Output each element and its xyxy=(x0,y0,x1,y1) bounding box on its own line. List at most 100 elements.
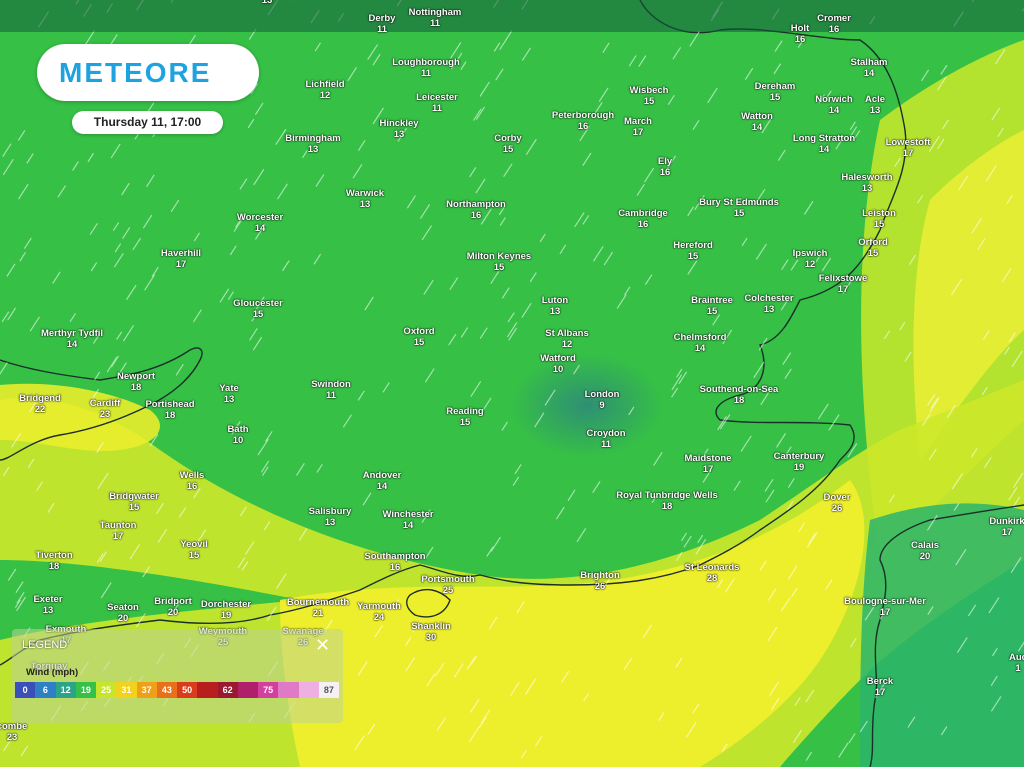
place-name: Newport xyxy=(117,371,155,382)
place-wind-value: 14 xyxy=(751,121,763,133)
place-wind-value: 21 xyxy=(312,607,324,619)
place-wind-value: 20 xyxy=(117,612,129,624)
place-name: Portsmouth xyxy=(421,574,475,585)
place-label: Tiverton 18 xyxy=(35,550,73,572)
meteore-logo[interactable]: METEORE xyxy=(37,44,259,101)
place-name: Dunkirk xyxy=(989,516,1024,527)
place-name: Hinckley xyxy=(379,118,419,129)
place-label: Yarmouth 24 xyxy=(357,601,401,623)
place-label: Luton 13 xyxy=(542,295,568,317)
place-label: Yate 13 xyxy=(219,383,239,405)
place-wind-value: 24 xyxy=(373,611,385,623)
place-name: Warwick xyxy=(345,188,385,199)
legend-stop xyxy=(278,682,299,698)
place-name: Tiverton xyxy=(35,550,73,561)
place-wind-value: 16 xyxy=(577,120,589,132)
place-wind-value: 15 xyxy=(459,416,471,428)
place-wind-value: 13 xyxy=(42,604,54,616)
place-wind-value: 15 xyxy=(413,336,425,348)
place-label: Northampton 16 xyxy=(446,199,506,221)
place-name: combe xyxy=(0,721,28,732)
place-wind-value: 17 xyxy=(175,258,187,270)
place-wind-value: 28 xyxy=(706,572,718,584)
place-label: Bridgend 22 xyxy=(19,393,61,415)
place-wind-value: 16 xyxy=(828,23,840,35)
place-label: Maidstone 17 xyxy=(685,453,732,475)
place-label: Merthyr Tydfil 14 xyxy=(40,328,104,350)
place-label: Hinckley 13 xyxy=(379,118,419,140)
place-label: Bath 10 xyxy=(227,424,248,446)
place-name: Southend-on-Sea xyxy=(699,384,779,395)
place-name: Acle xyxy=(864,94,886,105)
place-name: Worcester xyxy=(236,212,284,223)
place-name: Leicester xyxy=(416,92,458,103)
place-wind-value: 13 xyxy=(261,0,273,6)
place-wind-value: 12 xyxy=(561,338,573,350)
place-name: St Albans xyxy=(545,328,589,339)
place-name: Swindon xyxy=(311,379,351,390)
legend-stop xyxy=(298,682,319,698)
place-wind-value: 16 xyxy=(470,209,482,221)
place-label: Nottingham 11 xyxy=(408,7,462,29)
place-label: Winchester 14 xyxy=(382,509,433,531)
place-label: Holt 16 xyxy=(791,23,809,45)
place-wind-value: 15 xyxy=(687,250,699,262)
forecast-time-label[interactable]: Thursday 11, 17:00 xyxy=(72,111,223,134)
place-name: Norwich xyxy=(815,94,853,105)
place-wind-value: 15 xyxy=(867,247,879,259)
place-wind-value: 10 xyxy=(552,363,564,375)
place-wind-value: 18 xyxy=(661,500,673,512)
place-name: Shanklin xyxy=(411,621,451,632)
place-label: Cardiff 23 xyxy=(89,398,121,420)
place-label: Yeovil 15 xyxy=(180,539,208,561)
place-name: Nottingham xyxy=(408,7,462,18)
close-icon[interactable]: ✕ xyxy=(315,635,330,656)
place-label: Colchester 13 xyxy=(744,293,793,315)
place-label: Cambridge 16 xyxy=(618,208,668,230)
place-label: Milton Keynes 15 xyxy=(467,251,531,273)
place-label: Canterbury 19 xyxy=(774,451,825,473)
place-name: Ely xyxy=(657,156,673,167)
place-wind-value: 18 xyxy=(130,381,142,393)
place-label: Brighton 26 xyxy=(580,570,620,592)
place-label: Derby 11 xyxy=(369,13,396,35)
place-name: Watton xyxy=(741,111,773,122)
place-name: Lowestoft xyxy=(885,137,931,148)
place-label: Stalham 14 xyxy=(850,57,888,79)
place-name: Yate xyxy=(219,383,239,394)
legend-stop xyxy=(237,682,258,698)
place-name: Merthyr Tydfil xyxy=(40,328,104,339)
place-wind-value: 15 xyxy=(493,261,505,273)
place-label: Leiston 15 xyxy=(862,208,896,230)
place-wind-value: 17 xyxy=(902,147,914,159)
place-label: Watford 10 xyxy=(540,353,576,375)
place-name: Cambridge xyxy=(618,208,668,219)
place-label: Haverhill 17 xyxy=(161,248,201,270)
place-wind-value: 15 xyxy=(873,218,885,230)
place-name: Portishead xyxy=(145,399,195,410)
place-wind-value: 13 xyxy=(223,393,235,405)
place-name: Yeovil xyxy=(180,539,208,550)
place-name: Loughborough xyxy=(392,57,460,68)
place-label: St Albans 12 xyxy=(545,328,589,350)
place-wind-value: 13 xyxy=(324,516,336,528)
place-name: Dereham xyxy=(754,81,796,92)
place-label: Chelmsford 14 xyxy=(673,332,727,354)
place-wind-value: 26 xyxy=(594,580,606,592)
place-name: Cardiff xyxy=(89,398,121,409)
place-wind-value: 13 xyxy=(307,143,319,155)
place-label: Reading 15 xyxy=(446,406,484,428)
place-label: Birmingham 13 xyxy=(285,133,340,155)
place-name: Stalham xyxy=(850,57,888,68)
place-name: Bournemouth xyxy=(286,597,350,608)
place-label: Wisbech 15 xyxy=(630,85,669,107)
place-wind-value: 13 xyxy=(549,305,561,317)
wind-band-france xyxy=(860,503,1024,767)
place-name: Northampton xyxy=(446,199,506,210)
place-label: Halesworth 13 xyxy=(841,172,892,194)
place-name: Reading xyxy=(446,406,484,417)
place-wind-value: 1 xyxy=(1015,662,1021,674)
place-name: Seaton xyxy=(107,602,139,613)
place-wind-value: 11 xyxy=(431,102,443,114)
place-name: Chelmsford xyxy=(673,332,727,343)
